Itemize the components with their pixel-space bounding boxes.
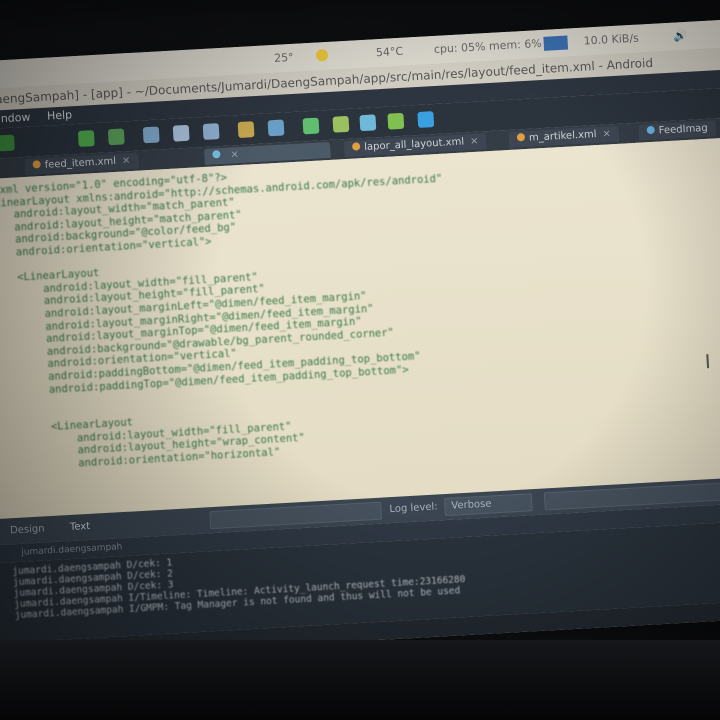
download-icon[interactable] xyxy=(77,130,95,147)
close-icon[interactable]: × xyxy=(230,149,239,160)
tab-feedimag[interactable]: FeedImag xyxy=(638,120,717,141)
gradle-icon[interactable] xyxy=(387,112,405,130)
laptop-base xyxy=(0,640,720,720)
android-icon[interactable] xyxy=(302,117,320,135)
java-class-icon xyxy=(646,125,655,135)
sync-icon[interactable] xyxy=(107,128,125,146)
run-icon[interactable] xyxy=(0,134,15,152)
photo-of-laptop-screen: 25° 54°C cpu: 05% mem: 6% 10.0 KiB/s 🔊 D… xyxy=(0,0,720,720)
screen-icon[interactable] xyxy=(172,124,190,142)
weather-icon xyxy=(315,48,329,62)
tab-text[interactable]: Text xyxy=(70,521,91,533)
code-editor[interactable]: <?xml version="1.0" encoding="utf-8"?> <… xyxy=(0,135,720,521)
volume-icon[interactable]: 🔊 xyxy=(673,29,687,43)
structure-icon[interactable] xyxy=(267,119,285,137)
text-cursor xyxy=(706,354,710,369)
net-speed: 10.0 KiB/s xyxy=(583,31,640,48)
help-icon[interactable] xyxy=(417,111,435,128)
tools-icon[interactable] xyxy=(237,121,255,139)
log-package: jumardi.daengsampah xyxy=(21,542,123,558)
xml-file-icon xyxy=(351,142,361,151)
menu-help[interactable]: Help xyxy=(47,108,73,122)
log-level-select[interactable]: Verbose xyxy=(443,493,533,517)
xml-file-icon xyxy=(212,150,221,159)
code-text: <?xml version="1.0" encoding="utf-8"?> <… xyxy=(0,160,457,475)
close-icon[interactable]: × xyxy=(470,136,479,147)
network-icon xyxy=(543,35,569,51)
xml-file-icon xyxy=(516,133,526,142)
avd-icon[interactable] xyxy=(359,114,377,132)
sdk-icon[interactable] xyxy=(332,115,350,133)
ide-window: 25° 54°C cpu: 05% mem: 6% 10.0 KiB/s 🔊 D… xyxy=(0,17,720,663)
log-level-label: Log level: xyxy=(389,501,438,516)
menu-window[interactable]: Window xyxy=(0,111,31,126)
close-icon[interactable]: × xyxy=(122,155,131,166)
cpu-temp: 54°C xyxy=(375,44,404,60)
cpu-mem-readout: cpu: 05% mem: 6% xyxy=(433,36,543,56)
undo-icon[interactable] xyxy=(202,123,220,140)
xml-file-icon xyxy=(32,160,41,169)
log-level-value: Verbose xyxy=(451,498,492,512)
weather-temp: 25° xyxy=(273,50,294,65)
device-icon[interactable] xyxy=(142,126,160,144)
close-icon[interactable]: × xyxy=(602,128,611,139)
tab-design[interactable]: Design xyxy=(10,523,45,536)
